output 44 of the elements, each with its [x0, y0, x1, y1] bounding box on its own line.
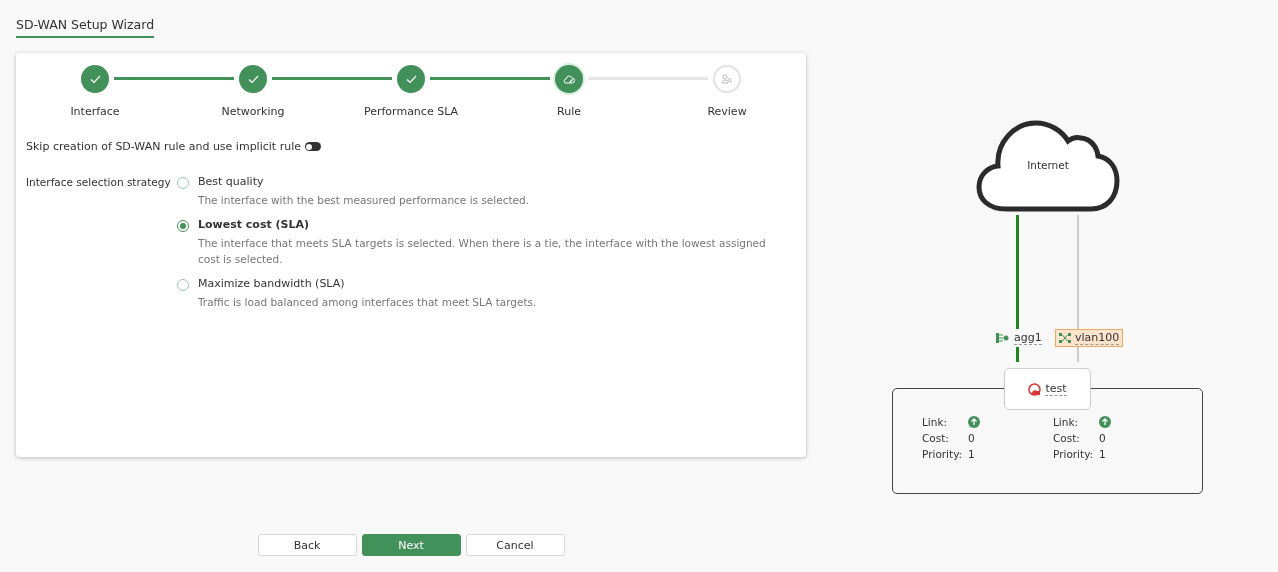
- step-circle[interactable]: [81, 65, 109, 93]
- zone-tag[interactable]: test: [1004, 368, 1091, 410]
- primary-button[interactable]: Next: [361, 534, 461, 556]
- option-description: The interface with the best measured performance is selected.: [198, 193, 530, 208]
- check-icon: [247, 74, 259, 84]
- step-label: Rule: [557, 105, 581, 118]
- cloud-edit-icon: [563, 74, 575, 84]
- priority-value: 1: [968, 448, 976, 460]
- step-circle[interactable]: [555, 65, 583, 93]
- zone-icon: [1028, 382, 1042, 396]
- check-icon: [405, 74, 417, 84]
- priority-label: Priority:: [1053, 448, 1095, 460]
- users-icon: [721, 74, 733, 84]
- skip-rule-label: Skip creation of SD-WAN rule and use implicit rule: [26, 140, 301, 153]
- priority-label: Priority:: [922, 448, 964, 460]
- step-label: Review: [707, 105, 747, 118]
- option-label: Lowest cost (SLA): [198, 218, 311, 231]
- cloud-label: Internet: [1027, 159, 1069, 171]
- link-label: Link:: [922, 416, 949, 428]
- cost-value: 0: [1099, 432, 1107, 444]
- zone-name: test: [1045, 382, 1067, 396]
- step-circle[interactable]: [397, 65, 425, 93]
- secondary-button[interactable]: Cancel: [465, 534, 565, 556]
- strategy-label: Interface selection strategy: [26, 175, 172, 190]
- option-label: Maximize bandwidth (SLA): [198, 277, 346, 290]
- priority-value: 1: [1099, 448, 1107, 460]
- secondary-button[interactable]: Back: [257, 534, 357, 556]
- step-label: Interface: [70, 105, 120, 118]
- toggle-switch[interactable]: [304, 142, 321, 151]
- step-circle[interactable]: [239, 65, 267, 93]
- interface-tag[interactable]: vlan100: [1055, 329, 1124, 347]
- aggregate-icon: [996, 333, 1010, 343]
- cost-value: 0: [968, 432, 976, 444]
- option-label: Best quality: [198, 175, 265, 188]
- cost-label: Cost:: [922, 432, 950, 444]
- vlan-icon: [1059, 333, 1071, 343]
- option-description: The interface that meets SLA targets is selected. When there is a tie, the interface with the lowest assigned cost is selected.: [198, 236, 767, 267]
- check-icon: [89, 74, 101, 84]
- cost-label: Cost:: [1053, 432, 1081, 444]
- option-description: Traffic is load balanced among interfaces that meet SLA targets.: [198, 295, 537, 310]
- step-label: Performance SLA: [363, 105, 459, 118]
- link-label: Link:: [1053, 416, 1080, 428]
- page-title: SD-WAN Setup Wizard: [16, 17, 155, 38]
- step-label: Networking: [221, 105, 285, 118]
